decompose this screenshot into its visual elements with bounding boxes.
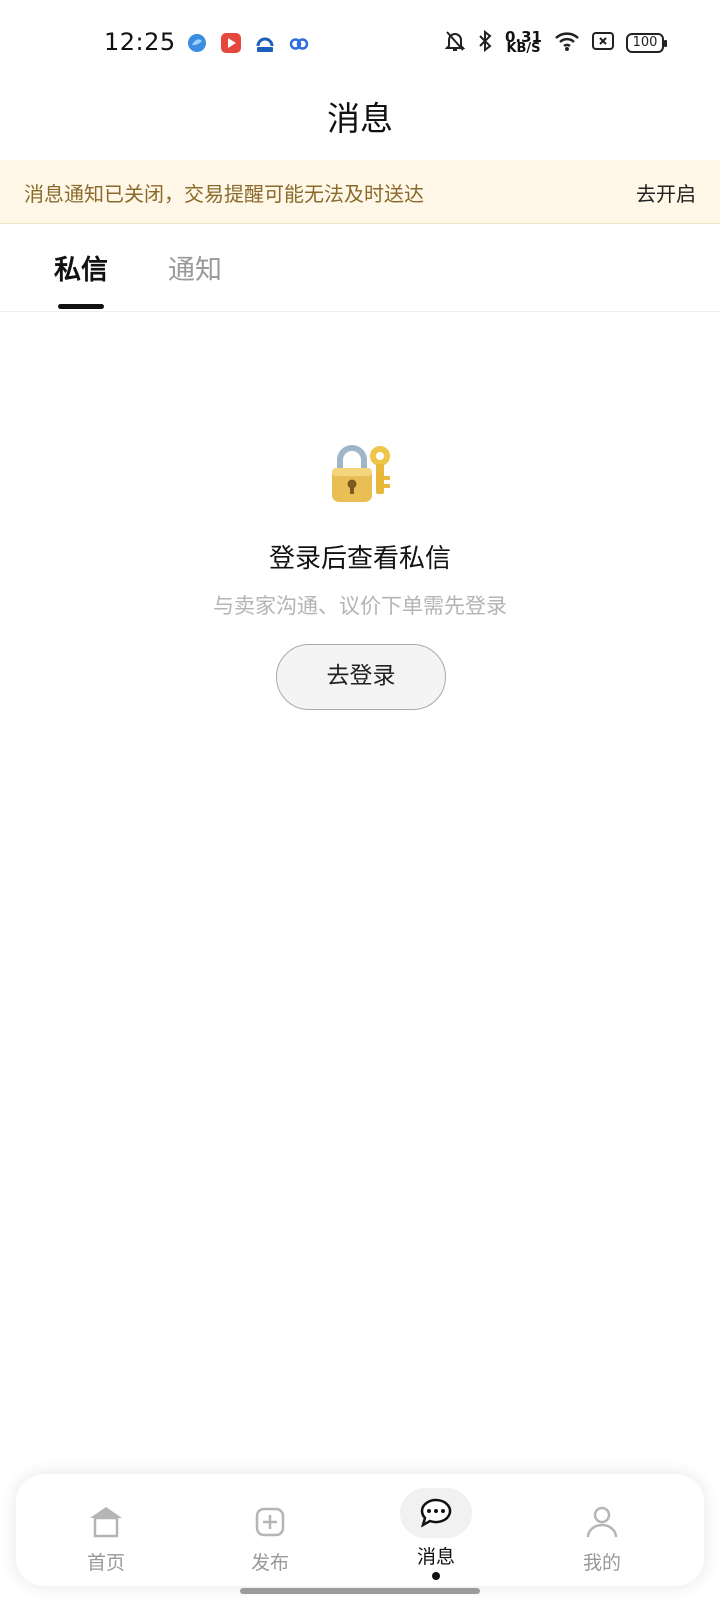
- app-notification-icon-4: [288, 32, 310, 54]
- status-bar: 12:25 0.31 KB/S 100: [0, 0, 720, 90]
- home-icon: [88, 1504, 124, 1540]
- notification-off-banner: 消息通知已关闭，交易提醒可能无法及时送达 去开启: [0, 160, 720, 224]
- active-nav-dot: [432, 1572, 440, 1580]
- nav-item-messages[interactable]: 消息: [376, 1474, 496, 1586]
- nav-label-profile: 我的: [582, 1552, 621, 1574]
- tab-notifications[interactable]: 通知: [168, 248, 222, 287]
- nav-item-publish[interactable]: 发布: [210, 1474, 330, 1586]
- nav-item-home[interactable]: 首页: [46, 1474, 166, 1586]
- net-speed-unit: KB/S: [506, 41, 541, 56]
- status-time: 12:25: [104, 28, 176, 56]
- no-sim-icon: [592, 31, 614, 55]
- message-tabs: 私信 通知: [0, 224, 720, 312]
- nav-item-profile[interactable]: 我的: [542, 1474, 662, 1586]
- nav-label-publish: 发布: [250, 1552, 289, 1574]
- app-notification-icon-2: [220, 32, 242, 54]
- empty-state-title: 登录后查看私信: [268, 544, 451, 574]
- net-speed: 0.31 KB/S: [505, 30, 542, 56]
- screen: 12:25 0.31 KB/S 100 消息 消息通知已关闭，交易提醒可能无法及…: [0, 0, 720, 1600]
- login-button[interactable]: 去登录: [276, 644, 446, 710]
- status-right-group: 0.31 KB/S 100: [444, 29, 667, 56]
- page-title: 消息: [327, 99, 393, 138]
- status-app-icons: [186, 32, 310, 54]
- bottom-navigation: 首页 发布 消息 我的: [16, 1474, 704, 1586]
- nav-label-home: 首页: [86, 1552, 125, 1574]
- bell-muted-icon: [444, 30, 466, 56]
- tab-private-messages[interactable]: 私信: [54, 248, 108, 287]
- empty-state-subtitle: 与卖家沟通、议价下单需先登录: [213, 594, 507, 618]
- enable-notifications-button[interactable]: 去开启: [636, 178, 696, 207]
- app-notification-icon-1: [186, 32, 208, 54]
- wifi-icon: [554, 30, 580, 56]
- bluetooth-icon: [477, 29, 493, 56]
- message-icon: [418, 1494, 454, 1530]
- gesture-home-bar[interactable]: [240, 1588, 480, 1594]
- profile-icon: [584, 1504, 620, 1540]
- publish-icon: [252, 1504, 288, 1540]
- battery-indicator: 100: [626, 33, 667, 53]
- lock-key-icon: [326, 440, 394, 508]
- tab-active-indicator: [58, 304, 104, 309]
- app-notification-icon-3: [254, 32, 276, 54]
- nav-label-messages: 消息: [416, 1546, 455, 1568]
- notice-text: 消息通知已关闭，交易提醒可能无法及时送达: [24, 182, 424, 206]
